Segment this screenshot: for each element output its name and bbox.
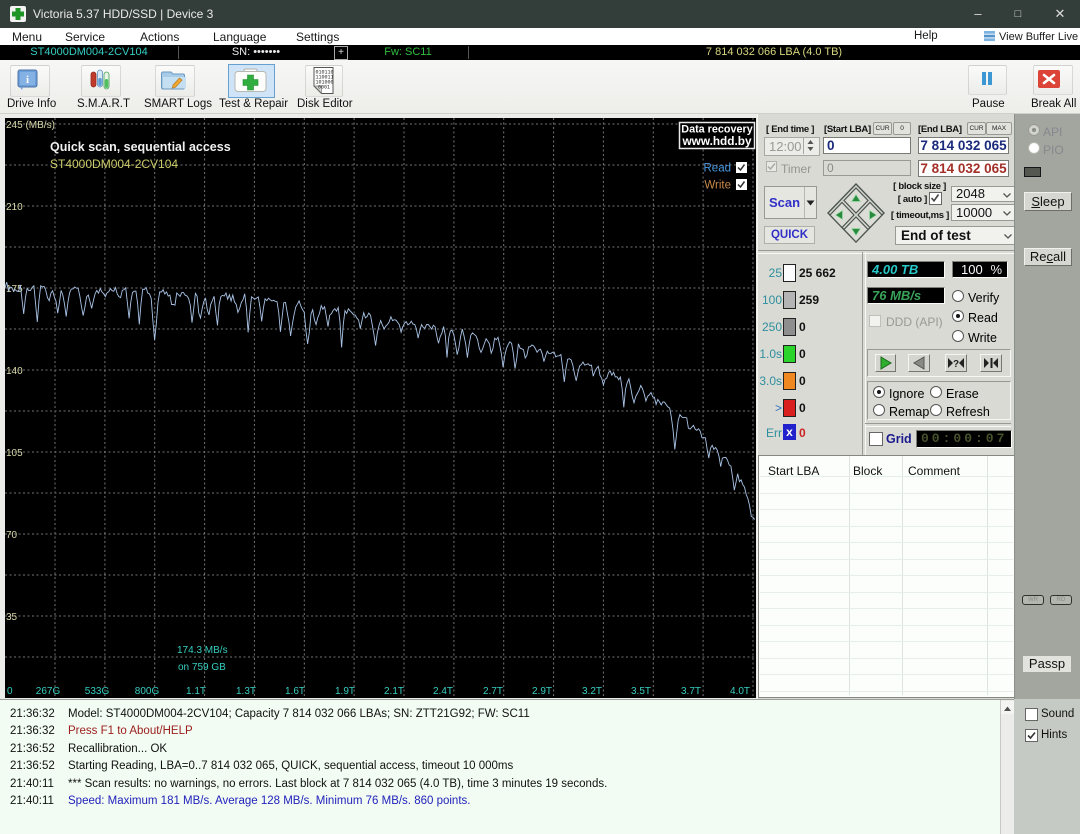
svg-text:1.6T: 1.6T (285, 686, 305, 697)
svg-text:i: i (26, 74, 29, 86)
svg-text:105: 105 (6, 448, 23, 459)
svg-text:0: 0 (7, 686, 13, 697)
svg-text:Quick scan, sequential access: Quick scan, sequential access (50, 140, 231, 154)
svg-text:3.2T: 3.2T (582, 686, 602, 697)
svg-text:533G: 533G (85, 686, 110, 697)
svg-text:2.4T: 2.4T (433, 686, 453, 697)
svg-text:2.9T: 2.9T (532, 686, 552, 697)
svg-text:4.0T: 4.0T (730, 686, 750, 697)
svg-text:0001: 0001 (318, 85, 330, 91)
svg-text:Write: Write (704, 180, 731, 192)
svg-text:1.9T: 1.9T (335, 686, 355, 697)
svg-text:www.hdd.by: www.hdd.by (681, 134, 751, 148)
svg-text:174.3 MB/s: 174.3 MB/s (177, 645, 228, 656)
svg-text:267G: 267G (36, 686, 61, 697)
svg-text:210: 210 (6, 202, 23, 213)
svg-text:140: 140 (6, 366, 23, 377)
svg-text:3.7T: 3.7T (681, 686, 701, 697)
svg-text:Read: Read (704, 163, 732, 175)
svg-text:800G: 800G (135, 686, 160, 697)
svg-text:ST4000DM004-2CV104: ST4000DM004-2CV104 (50, 157, 178, 171)
svg-text:?: ? (953, 359, 959, 370)
svg-text:1.3T: 1.3T (236, 686, 256, 697)
svg-text:2.7T: 2.7T (483, 686, 503, 697)
svg-text:245 (MB/s): 245 (MB/s) (6, 120, 55, 131)
svg-text:3.5T: 3.5T (631, 686, 651, 697)
svg-text:35: 35 (6, 612, 18, 623)
svg-text:on 759 GB: on 759 GB (178, 662, 226, 673)
svg-text:2.1T: 2.1T (384, 686, 404, 697)
svg-text:1.1T: 1.1T (186, 686, 206, 697)
svg-text:70: 70 (6, 530, 18, 541)
